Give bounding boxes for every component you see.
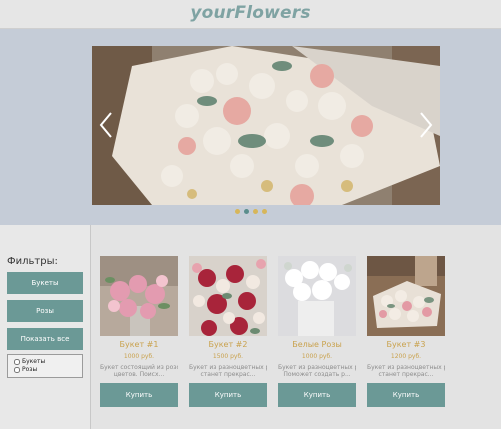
product-image[interactable] <box>100 256 178 336</box>
buy-button[interactable]: Купить <box>189 383 267 407</box>
checkbox-bouquets[interactable]: Букеты <box>14 358 45 366</box>
carousel-prev-button[interactable] <box>98 111 114 139</box>
buy-button[interactable]: Купить <box>367 383 445 407</box>
product-price: 1000 руб. <box>301 353 333 360</box>
product-description: Букет из разноцветных розстанет прекрас.… <box>367 364 445 378</box>
product-card: Букет #3 1200 руб. Букет из разноцветных… <box>367 256 445 407</box>
product-image[interactable] <box>367 256 445 336</box>
checkbox-bouquets-label: Букеты <box>22 358 46 365</box>
product-title[interactable]: Белые Розы <box>278 340 356 349</box>
product-description-line: станет прекрас... <box>200 371 256 378</box>
product-description-line: Букет состоящий из розовых <box>100 364 178 371</box>
product-price: 1200 руб. <box>390 353 422 360</box>
product-title[interactable]: Букет #2 <box>189 340 267 349</box>
product-card: Букет #1 1000 руб. Букет состоящий из ро… <box>100 256 178 407</box>
filter-bouquets-button[interactable]: Букеты <box>7 272 83 294</box>
product-description-line: Букет из разноцветных роз <box>278 364 356 371</box>
buy-button[interactable]: Купить <box>100 383 178 407</box>
filters-sidebar: Фильтры: Букеты Розы Показать все Букеты… <box>0 225 91 429</box>
product-title[interactable]: Букет #1 <box>100 340 178 349</box>
product-grid: Букет #1 1000 руб. Букет состоящий из ро… <box>91 225 501 429</box>
site-logo[interactable]: yourFlowers <box>0 3 501 23</box>
product-card: Белые Розы 1000 руб. Букет из разноцветн… <box>278 256 356 407</box>
carousel-dots <box>0 209 501 214</box>
product-price: 1500 руб. <box>212 353 244 360</box>
carousel-dot[interactable] <box>252 209 258 214</box>
carousel-slide-image <box>92 46 440 205</box>
filters-title: Фильтры: <box>7 256 58 267</box>
product-price: 1000 руб. <box>123 353 155 360</box>
hero-carousel <box>0 29 501 225</box>
checkbox-roses-label: Розы <box>22 366 38 373</box>
chevron-right-icon <box>420 112 433 138</box>
filter-roses-button[interactable]: Розы <box>7 300 83 322</box>
carousel-dot-active[interactable] <box>243 209 249 214</box>
carousel-dot[interactable] <box>261 209 267 214</box>
product-image[interactable] <box>189 256 267 336</box>
checkbox-roses-input[interactable] <box>14 366 20 373</box>
product-description: Букет состоящий из розовыхцветов. Поисх.… <box>100 364 178 378</box>
product-card: Букет #2 1500 руб. Букет из разноцветных… <box>189 256 267 407</box>
site-header: yourFlowers <box>0 0 501 29</box>
product-description: Букет из разноцветных розПоможет создать… <box>278 364 356 378</box>
checkbox-bouquets-input[interactable] <box>14 358 20 365</box>
product-image[interactable] <box>278 256 356 336</box>
show-all-button[interactable]: Показать все <box>7 328 83 350</box>
carousel-dot[interactable] <box>234 209 240 214</box>
carousel-next-button[interactable] <box>418 111 434 139</box>
product-title[interactable]: Букет #3 <box>367 340 445 349</box>
product-description-line: Поможет создать р... <box>283 371 351 378</box>
checkbox-roses[interactable]: Розы <box>14 366 37 374</box>
product-description-line: цветов. Поисх... <box>113 371 165 378</box>
product-description-line: станет прекрас... <box>378 371 434 378</box>
filter-checkbox-group: Букеты Розы <box>7 354 83 378</box>
product-description-line: Букет из разноцветных роз <box>189 364 267 371</box>
buy-button[interactable]: Купить <box>278 383 356 407</box>
chevron-left-icon <box>99 112 112 138</box>
product-description: Букет из разноцветных розстанет прекрас.… <box>189 364 267 378</box>
product-description-line: Букет из разноцветных роз <box>367 364 445 371</box>
